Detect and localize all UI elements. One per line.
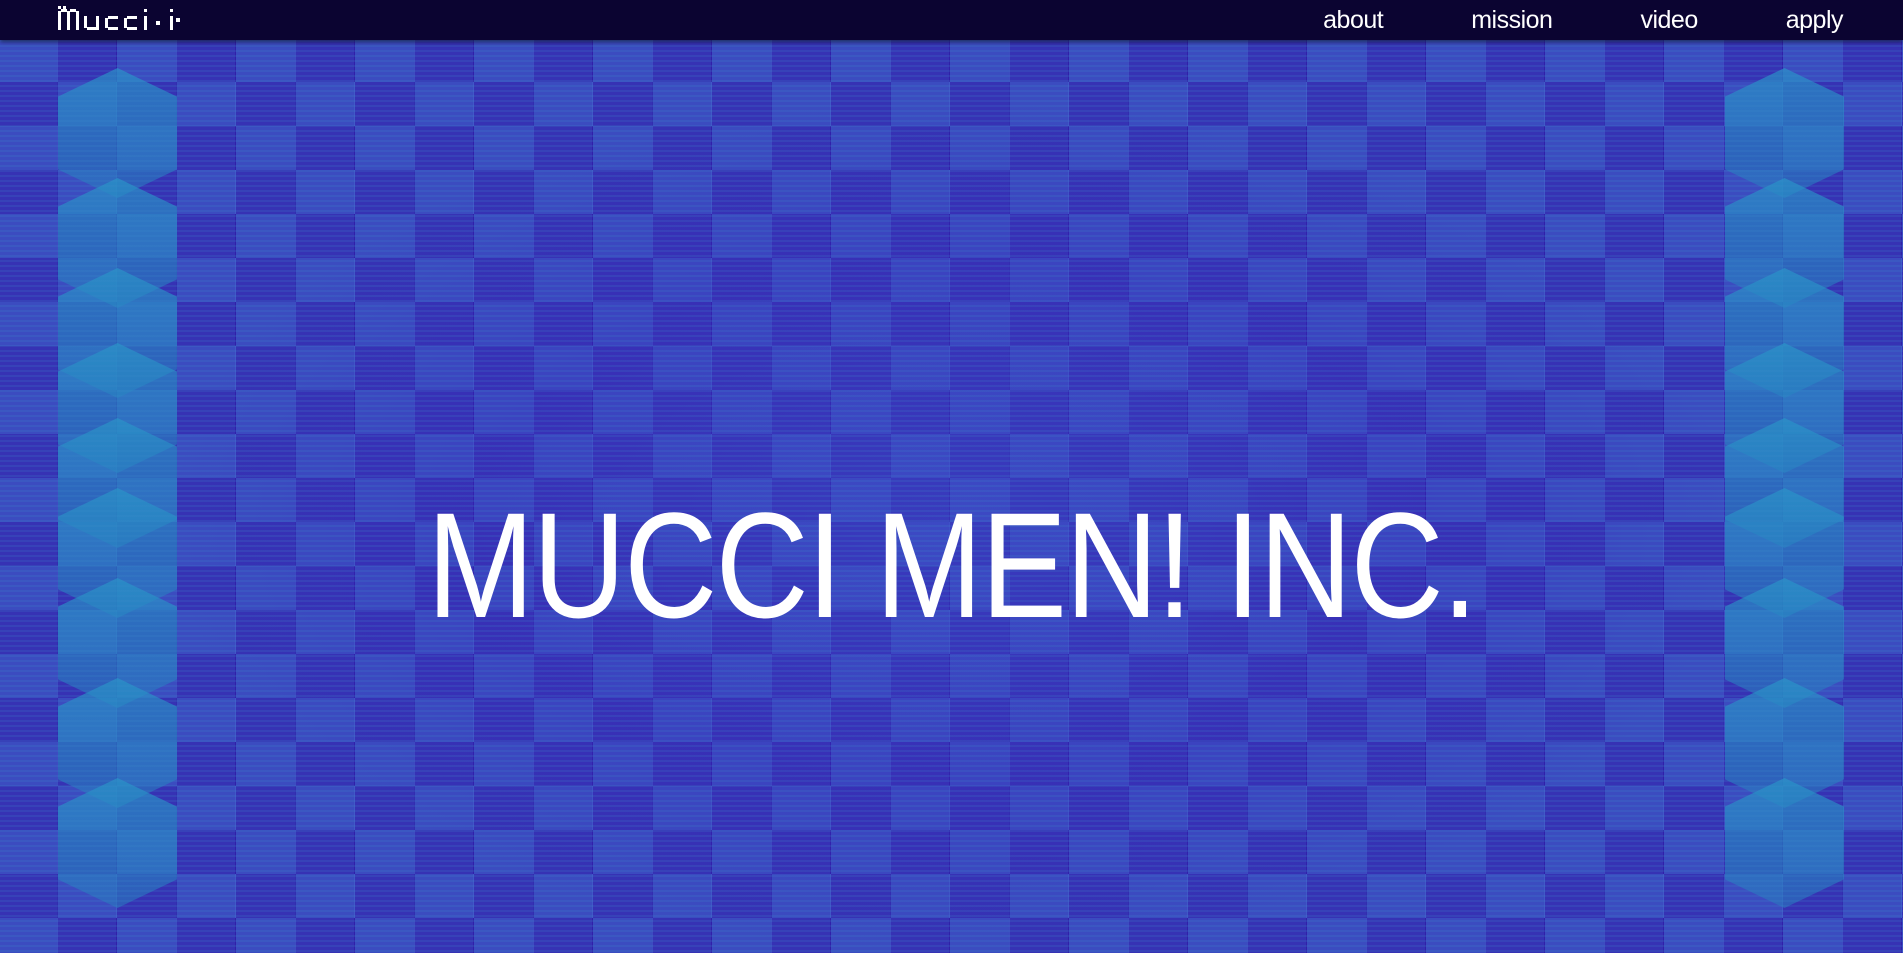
nav-mission-link[interactable]: mission: [1471, 0, 1553, 40]
site-logo[interactable]: [58, 4, 213, 34]
nav-about-link[interactable]: about: [1323, 0, 1384, 40]
hero-section: MUCCI MEN! INC.: [0, 0, 1903, 953]
mucci-pixel-logo-icon: [58, 6, 180, 30]
page: MUCCI MEN! INC. about mission video appl…: [0, 0, 1903, 953]
top-navbar: about mission video apply: [0, 0, 1903, 40]
nav-links: about mission video apply: [1235, 0, 1843, 40]
hero-title: MUCCI MEN! INC.: [426, 481, 1478, 649]
nav-apply-link[interactable]: apply: [1786, 0, 1844, 40]
scanline-overlay: [0, 0, 1903, 953]
nav-video-link[interactable]: video: [1640, 0, 1698, 40]
